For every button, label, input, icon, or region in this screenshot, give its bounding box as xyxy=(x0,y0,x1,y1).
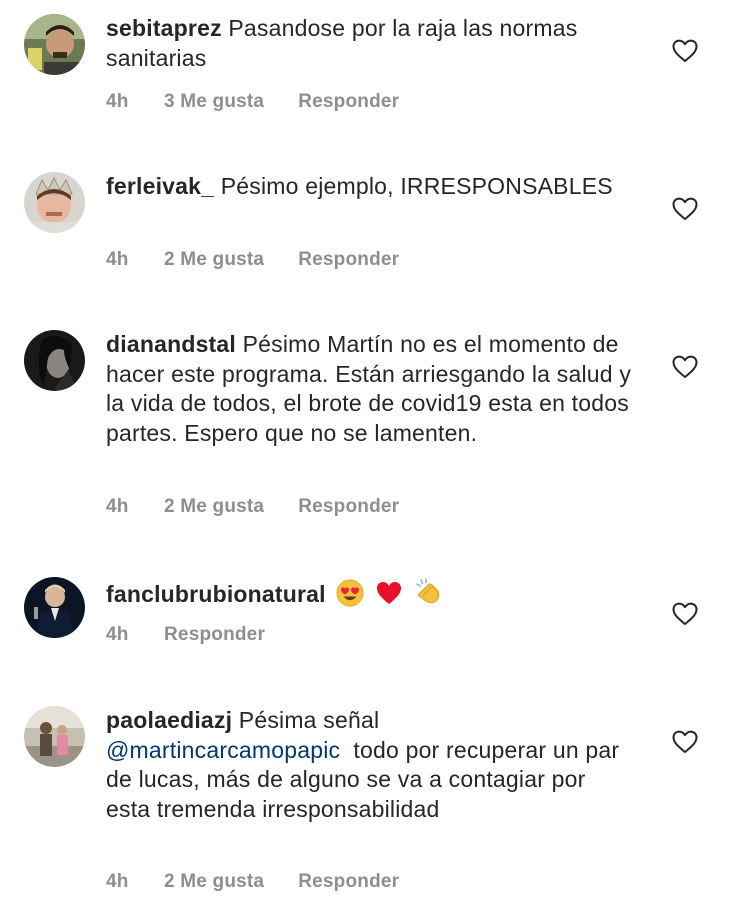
avatar[interactable] xyxy=(24,577,85,638)
comment-text: sebitaprez Pasandose por la raja las nor… xyxy=(106,14,636,73)
heart-outline-icon[interactable] xyxy=(672,197,698,221)
comment-text: ferleivak_ Pésimo ejemplo, IRRESPONSABLE… xyxy=(106,172,636,202)
comment-username[interactable]: ferleivak_ xyxy=(106,173,214,199)
comment-text: dianandstal Pésimo Martín no es el momen… xyxy=(106,330,636,448)
red-heart-emoji xyxy=(376,582,401,604)
comment-body: Pésimo ejemplo, IRRESPONSABLES xyxy=(220,173,613,199)
comment-username[interactable]: fanclubrubionatural xyxy=(106,581,326,607)
reply-button[interactable]: Responder xyxy=(298,249,399,271)
comment-text: paolaediazj Pésima señal @martincarcamopa… xyxy=(106,706,636,824)
clapping-hands-emoji xyxy=(415,578,439,604)
comment-likes[interactable]: 2 Me gusta xyxy=(164,871,264,893)
comment-username[interactable]: paolaediazj xyxy=(106,707,232,733)
comment-meta: 4h 2 Me gusta Responder xyxy=(106,496,399,518)
heart-outline-icon[interactable] xyxy=(672,39,698,63)
comment-time: 4h xyxy=(106,496,129,517)
avatar-image xyxy=(24,14,85,75)
avatar[interactable] xyxy=(24,706,85,767)
avatar[interactable] xyxy=(24,172,85,233)
comment-time: 4h xyxy=(106,91,129,112)
avatar[interactable] xyxy=(24,14,85,75)
comment-mention[interactable]: @martincarcamopapic xyxy=(106,737,340,763)
comment-time: 4h xyxy=(106,249,129,270)
comment-meta: 4h 2 Me gusta Responder xyxy=(106,249,399,271)
reply-button[interactable]: Responder xyxy=(164,624,265,646)
comment-username[interactable]: sebitaprez xyxy=(106,15,222,41)
comment-time: 4h xyxy=(106,871,129,892)
reply-button[interactable]: Responder xyxy=(298,496,399,518)
avatar-image xyxy=(24,330,85,391)
reply-button[interactable]: Responder xyxy=(298,91,399,113)
comment-username[interactable]: dianandstal xyxy=(106,331,236,357)
comment-body: Pésima señal xyxy=(238,707,380,733)
avatar-image xyxy=(24,172,85,233)
avatar-image xyxy=(24,577,85,638)
comment-text: fanclubrubionatural xyxy=(106,577,636,610)
comment-likes[interactable]: 2 Me gusta xyxy=(164,496,264,518)
comment-meta: 4h 3 Me gusta Responder xyxy=(106,91,399,113)
avatar[interactable] xyxy=(24,330,85,391)
heart-outline-icon[interactable] xyxy=(672,602,698,626)
comment-meta: 4h Responder xyxy=(106,624,265,646)
comment-time: 4h xyxy=(106,624,129,645)
heart-outline-icon[interactable] xyxy=(672,355,698,379)
comment-meta: 4h 2 Me gusta Responder xyxy=(106,871,399,893)
avatar-image xyxy=(24,706,85,767)
comment-likes[interactable]: 3 Me gusta xyxy=(164,91,264,113)
heart-outline-icon[interactable] xyxy=(672,730,698,754)
comment-likes[interactable]: 2 Me gusta xyxy=(164,249,264,271)
heart-eyes-emoji xyxy=(336,579,364,607)
reply-button[interactable]: Responder xyxy=(298,871,399,893)
